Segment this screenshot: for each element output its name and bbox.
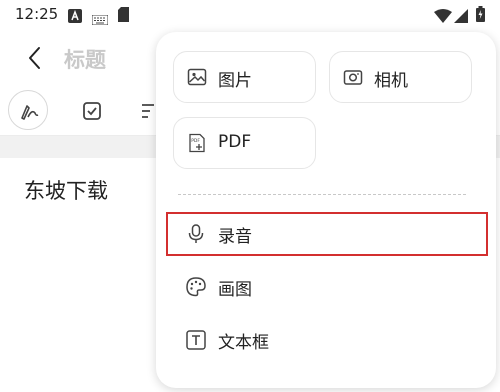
handwriting-button[interactable] (8, 90, 48, 130)
insert-camera-label: 相机 (374, 71, 408, 91)
insert-image-label: 图片 (218, 71, 252, 91)
insert-pdf-label: PDF (218, 132, 252, 152)
keyboard-icon (91, 10, 109, 29)
checkbox-icon (83, 102, 101, 120)
signal-icon (454, 8, 468, 27)
back-button[interactable] (22, 44, 50, 72)
camera-icon (343, 70, 363, 85)
svg-text:PDF: PDF (191, 138, 200, 144)
image-icon (187, 68, 207, 86)
status-bar: 12:25 (0, 0, 500, 30)
page-title[interactable]: 标题 (64, 44, 106, 74)
text-box-icon (186, 330, 206, 350)
insert-menu-popup: 图片 相机 PDF PDF 录音 画图 文本框 (156, 32, 496, 388)
insert-pdf-card[interactable]: PDF PDF (173, 117, 316, 169)
back-arrow-icon (29, 47, 40, 69)
insert-image-card[interactable]: 图片 (173, 51, 316, 103)
note-body-text[interactable]: 东坡下载 (24, 175, 108, 205)
text-box-label: 文本框 (218, 333, 269, 353)
menu-divider (178, 194, 466, 195)
microphone-icon (188, 224, 204, 243)
drawing-item[interactable]: 画图 (168, 267, 486, 307)
sd-card-icon (118, 7, 129, 26)
record-audio-item[interactable]: 录音 (166, 212, 488, 256)
notification-a-icon (68, 8, 82, 27)
palette-icon (186, 277, 206, 297)
pdf-icon: PDF (189, 133, 205, 153)
insert-camera-card[interactable]: 相机 (329, 51, 472, 103)
drawing-label: 画图 (218, 280, 252, 300)
pen-icon (21, 105, 39, 120)
checkbox-button[interactable] (82, 101, 102, 125)
text-box-item[interactable]: 文本框 (168, 320, 486, 360)
status-time: 12:25 (15, 5, 59, 23)
wifi-icon (434, 8, 452, 27)
battery-icon (476, 6, 485, 26)
list-icon (142, 104, 154, 118)
list-format-button[interactable] (140, 101, 156, 125)
record-audio-label: 录音 (218, 227, 252, 247)
